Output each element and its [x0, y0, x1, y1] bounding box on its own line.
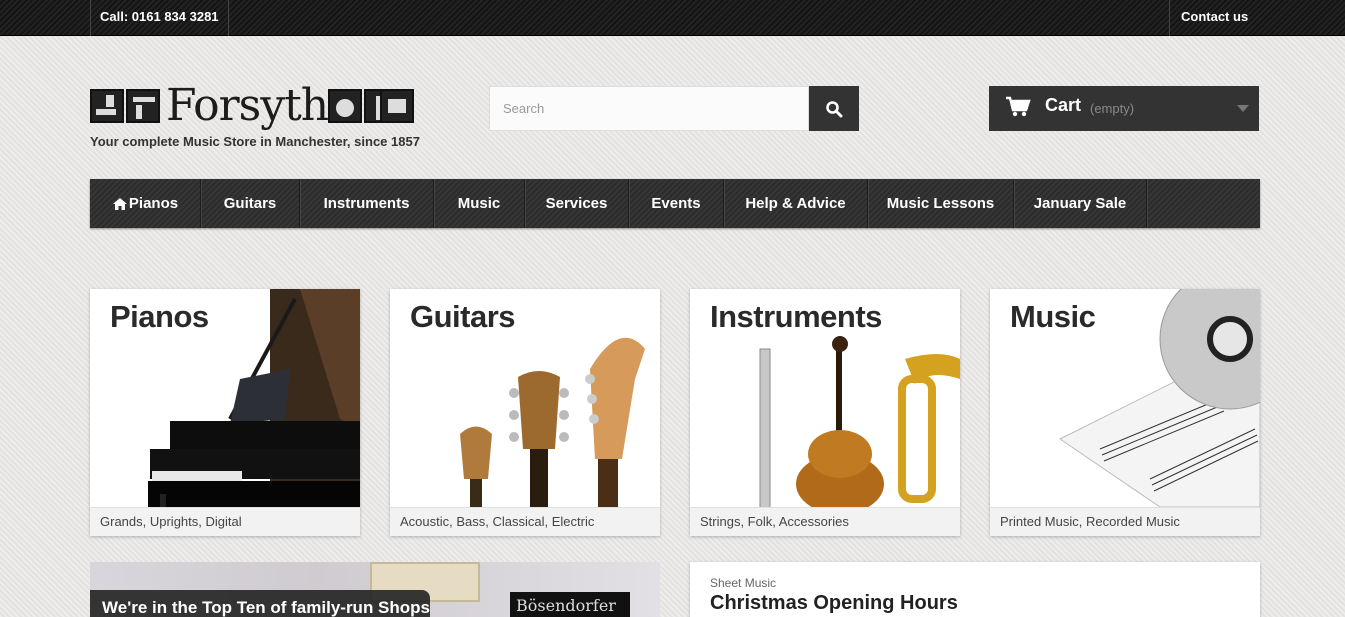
- news-category[interactable]: Sheet Music: [710, 576, 776, 590]
- nav-item-label: Events: [651, 195, 701, 212]
- news-headline[interactable]: Christmas Opening Hours: [710, 592, 958, 615]
- category-card-music[interactable]: Music Printed Music, Recorded Music: [990, 289, 1260, 536]
- category-caption: Acoustic, Bass, Classical, Electric: [390, 507, 660, 536]
- nav-item-events[interactable]: Events: [629, 179, 724, 228]
- search-bar: [489, 86, 859, 131]
- search-button[interactable]: [809, 86, 859, 131]
- nav-item-january-sale[interactable]: January Sale: [1014, 179, 1147, 228]
- category-caption: Printed Music, Recorded Music: [990, 507, 1260, 536]
- search-input[interactable]: [489, 86, 809, 131]
- category-title: Music: [1010, 299, 1096, 334]
- chevron-down-icon: [1237, 105, 1249, 112]
- nav-item-instruments[interactable]: Instruments: [300, 179, 434, 228]
- logo-tile-icon: [380, 89, 414, 123]
- phone-number[interactable]: Call: 0161 834 3281: [90, 0, 229, 36]
- nav-item-label: Pianos: [128, 195, 179, 212]
- home-icon: [112, 197, 127, 210]
- promo-banner[interactable]: We're in the Top Ten of family-run Shops: [90, 590, 430, 617]
- nav-item-guitars[interactable]: Guitars: [201, 179, 300, 228]
- category-card-pianos[interactable]: Pianos Grands, Uprights, Digital: [90, 289, 360, 536]
- site-logo[interactable]: Forsyth: [90, 80, 420, 132]
- category-title: Pianos: [110, 299, 209, 334]
- nav-item-music[interactable]: Music: [434, 179, 525, 228]
- logo-wordmark: Forsyth: [166, 80, 329, 131]
- nav-item-label: January Sale: [1033, 195, 1127, 212]
- search-icon: [826, 100, 843, 117]
- nav-item-label: Instruments: [323, 195, 410, 212]
- nav-item-label: Help & Advice: [745, 195, 846, 212]
- category-card-guitars[interactable]: Guitars Acoustic, Bass, Classical, Elect…: [390, 289, 660, 536]
- cart-button[interactable]: Cart (empty): [989, 86, 1259, 131]
- logo-tile-icon: [90, 89, 124, 123]
- cart-icon: [1006, 96, 1031, 117]
- category-caption: Grands, Uprights, Digital: [90, 507, 360, 536]
- logo-tile-icon: [328, 89, 362, 123]
- shop-sign: Bösendorfer: [510, 592, 630, 617]
- nav-item-pianos[interactable]: Pianos: [90, 179, 201, 228]
- nav-item-help-advice[interactable]: Help & Advice: [724, 179, 868, 228]
- category-title: Instruments: [710, 299, 882, 334]
- cart-status: (empty): [1090, 101, 1135, 116]
- nav-item-music-lessons[interactable]: Music Lessons: [868, 179, 1014, 228]
- top-bar: Call: 0161 834 3281 Contact us: [0, 0, 1345, 36]
- nav-item-services[interactable]: Services: [525, 179, 629, 228]
- nav-item-label: Guitars: [223, 195, 277, 212]
- category-card-instruments[interactable]: Instruments Strings, Folk, Accessories: [690, 289, 960, 536]
- category-caption: Strings, Folk, Accessories: [690, 507, 960, 536]
- site-tagline: Your complete Music Store in Manchester,…: [90, 134, 420, 149]
- contact-us-link[interactable]: Contact us: [1169, 0, 1345, 36]
- nav-item-label: Music: [457, 195, 501, 212]
- cart-label: Cart: [1045, 95, 1082, 115]
- logo-tile-icon: [126, 89, 160, 123]
- category-title: Guitars: [410, 299, 516, 334]
- nav-item-label: Music Lessons: [886, 195, 995, 212]
- news-card: Sheet Music Christmas Opening Hours: [690, 562, 1260, 617]
- promo-slide: Bösendorfer We're in the Top Ten of fami…: [90, 562, 660, 617]
- nav-item-label: Services: [545, 195, 608, 212]
- main-navigation: Pianos Guitars Instruments Music Service…: [90, 179, 1260, 228]
